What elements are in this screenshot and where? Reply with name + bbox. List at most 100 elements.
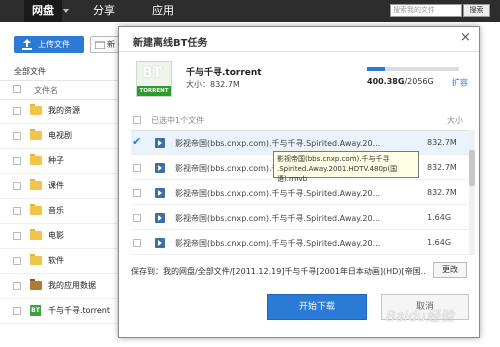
search-input[interactable]: 搜索我的文件 [390,4,462,17]
selected-count: 已选中1个文件 [151,116,205,125]
row-checkbox[interactable] [13,157,21,165]
torrent-file-size: 832.7M [427,163,457,172]
folder-icon [30,129,42,140]
capacity-bar [367,67,459,71]
chevron-down-icon[interactable] [63,9,69,13]
divider [119,51,479,52]
file-checkbox[interactable] [133,164,141,172]
torrent-file-name: 影视帝国(bbs.cnxp.com).千与千寻.Spirited.Away.20… [175,189,381,198]
file-name[interactable]: 我的应用数据 [48,280,96,291]
torrent-file-name: 影视帝国(bbs.cnxp.com).千与千寻.Spirited.Away.20… [175,139,381,148]
column-header-filename[interactable]: 文件名 [34,85,58,96]
save-path: 保存到：我的网盘/全部文件/[2011.12.19]千与千寻[2001年日本动画… [131,267,425,276]
app-folder-icon [30,279,42,290]
torrent-file-size: 1.64G [427,238,452,247]
file-checkbox[interactable] [133,239,141,247]
row-checkbox[interactable] [13,207,21,215]
list-item[interactable]: BT 千与千寻.torrent [0,299,120,324]
torrent-logo-text: TORRENT [137,86,171,96]
video-file-icon [155,213,165,223]
nav-share[interactable]: 分享 [93,0,115,22]
bt-file-icon: BT [30,305,41,316]
file-name[interactable]: 我的资源 [48,105,80,116]
list-item[interactable]: 我的资源 [0,99,120,124]
torrent-file-row[interactable]: 影视帝国(bbs.cnxp.com).千与千寻.Spirited.Away.20… [131,206,469,230]
file-name[interactable]: 电影 [48,230,64,241]
search-button[interactable]: 搜索 [463,4,490,17]
new-bt-task-dialog: 新建离线BT任务 × BT TORRENT 千与千寻.torrent 大小：83… [118,26,480,338]
row-checkbox[interactable] [13,132,21,140]
torrent-size: 大小：832.7M [186,80,240,89]
folder-icon [30,254,42,265]
nav-apps[interactable]: 应用 [152,0,174,22]
list-item[interactable]: 软件 [0,249,120,274]
selection-header: 已选中1个文件 大小 [131,113,469,127]
filename-tooltip: 影视帝国(bbs.cnxp.com).千与千寻 .Spirited.Away.2… [273,151,419,183]
breadcrumb[interactable]: 全部文件 [14,66,46,77]
select-all-checkbox[interactable] [13,85,21,93]
torrent-file-row[interactable]: 影视帝国(bbs.cnxp.com).千与千寻.Spirited.Away.20… [131,181,469,205]
video-file-icon [155,163,165,173]
watermark: Baidu经验 [386,309,454,325]
torrent-file-size: 832.7M [427,138,457,147]
torrent-file-name: 影视帝国(bbs.cnxp.com).千与千寻.Spirited.Away.20… [175,239,381,248]
scrollbar[interactable] [469,130,475,255]
list-item[interactable]: 电影 [0,224,120,249]
dialog-title: 新建离线BT任务 [133,38,208,49]
torrent-file-size: 1.64G [427,213,452,222]
bt-torrent-icon: BT TORRENT [136,61,172,97]
row-checkbox[interactable] [13,232,21,240]
file-name[interactable]: 千与千寻.torrent [48,305,110,316]
close-icon[interactable]: × [460,31,471,45]
file-name[interactable]: 课件 [48,180,64,191]
upload-button[interactable]: 上传文件 [14,36,84,53]
video-file-icon [155,188,165,198]
file-name[interactable]: 软件 [48,255,64,266]
start-download-button[interactable]: 开始下载 [267,294,367,320]
nav-netdisk[interactable]: 网盘 [24,0,62,22]
list-item[interactable]: 课件 [0,174,120,199]
tooltip-line: 影视帝国(bbs.cnxp.com).千与千寻 [277,155,390,163]
column-header-size: 大小 [447,116,463,125]
torrent-file-list: ✔ 影视帝国(bbs.cnxp.com).千与千寻.Spirited.Away.… [131,130,469,256]
file-checkbox[interactable] [133,189,141,197]
file-list-header: 文件名 [0,80,120,100]
list-item[interactable]: 音乐 [0,199,120,224]
upload-icon [22,39,32,50]
folder-icon [30,204,42,215]
row-checkbox[interactable] [13,282,21,290]
folder-icon [30,229,42,240]
file-checkbox[interactable] [133,214,141,222]
tooltip-line: .Spirited.Away.2001.HDTV.480p(国语).rmvb [277,165,398,183]
folder-icon [30,179,42,190]
capacity-text: 400.38G/2056G [367,77,434,86]
row-checkbox[interactable] [13,307,21,315]
bt-logo-text: BT [142,65,163,81]
list-item[interactable]: 我的应用数据 [0,274,120,299]
new-folder-icon [95,41,105,49]
expand-capacity-link[interactable]: 扩容 [452,77,468,88]
select-all-files-checkbox[interactable] [133,116,141,124]
video-file-icon [155,138,165,148]
row-checkbox[interactable] [13,257,21,265]
file-name[interactable]: 音乐 [48,205,64,216]
row-checkbox[interactable] [13,107,21,115]
change-path-button[interactable]: 更改 [433,262,467,278]
folder-icon [30,154,42,165]
file-name[interactable]: 种子 [48,155,64,166]
torrent-file-row[interactable]: 影视帝国(bbs.cnxp.com).千与千寻.Spirited.Away.20… [131,231,469,255]
file-name[interactable]: 电视剧 [48,130,72,141]
capacity-used: 400.38G [367,77,405,86]
capacity-bar-fill [367,67,385,71]
upload-label: 上传文件 [38,40,70,49]
checkmark-icon[interactable]: ✔ [132,135,141,148]
row-checkbox[interactable] [13,182,21,190]
video-file-icon [155,238,165,248]
torrent-file-name: 影视帝国(bbs.cnxp.com).千与千寻.Spirited.Away.20… [175,214,381,223]
capacity-total: /2056G [404,77,434,86]
list-item[interactable]: 种子 [0,149,120,174]
list-item[interactable]: 电视剧 [0,124,120,149]
top-nav-bar: 网盘 分享 应用 搜索我的文件 搜索 [0,0,500,22]
scrollbar-thumb[interactable] [469,150,475,186]
new-label: 新 [107,40,115,49]
